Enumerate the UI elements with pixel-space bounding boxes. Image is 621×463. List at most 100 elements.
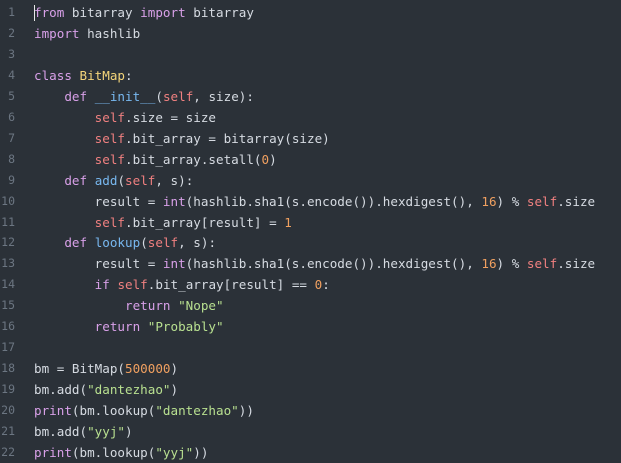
code-token: int xyxy=(162,193,186,209)
code-line[interactable]: 10 result = int(hashlib.sha1(s.encode())… xyxy=(0,191,621,212)
code-token: bm.add( xyxy=(34,424,88,439)
code-token: (hashlib.sha1(s.encode()).hexdigest(), xyxy=(185,193,482,209)
code-token: ) xyxy=(170,361,179,377)
code-token: ( xyxy=(140,235,148,251)
line-number: 21 xyxy=(1,424,15,438)
line-number: 2 xyxy=(8,25,15,40)
code-token: self xyxy=(125,172,156,188)
code-token: self xyxy=(94,130,126,146)
code-line[interactable]: 12 def lookup(self, s): xyxy=(0,232,621,253)
code-token: "dantezhao" xyxy=(87,382,171,398)
code-token: __init__ xyxy=(94,88,156,104)
code-text: import hashlib xyxy=(34,23,140,44)
code-token: import xyxy=(34,25,80,41)
code-line[interactable]: 20 print(bm.lookup("dantezhao")) xyxy=(0,400,621,421)
text-cursor xyxy=(34,5,35,21)
code-line[interactable]: 22 print(bm.lookup("yyj")) xyxy=(0,442,621,463)
code-token: .bit_array[result] == xyxy=(147,277,315,293)
code-token: add xyxy=(94,172,118,188)
code-line[interactable]: 8 self.bit_array.setall(0) xyxy=(0,149,621,170)
code-line[interactable]: 5 def __init__(self, size): xyxy=(0,86,621,107)
code-line[interactable]: 4 class BitMap: xyxy=(0,65,621,86)
code-text: self.bit_array = bitarray(size) xyxy=(34,128,330,149)
code-token: : xyxy=(322,277,330,293)
line-number: 7 xyxy=(8,130,15,145)
code-line[interactable]: 9 def add(self, s): xyxy=(0,170,621,191)
code-token: print xyxy=(34,444,72,460)
code-line[interactable]: 2 import hashlib xyxy=(0,23,621,44)
code-line[interactable]: 11 self.bit_array[result] = 1 xyxy=(0,212,621,233)
code-token: class xyxy=(34,67,72,83)
code-token: result = xyxy=(34,256,163,272)
code-token: ( xyxy=(155,88,163,104)
code-token: def xyxy=(64,172,88,188)
code-token: self xyxy=(147,235,179,251)
code-token: .size xyxy=(557,256,596,272)
code-text: result = int(hashlib.sha1(s.encode()).he… xyxy=(34,191,595,212)
code-token: self xyxy=(117,277,148,293)
line-number: 12 xyxy=(1,235,15,250)
code-text: self.size = size xyxy=(34,107,216,128)
code-line[interactable]: 14 if self.bit_array[result] == 0: xyxy=(0,274,621,295)
code-token: .bit_array[result] = xyxy=(125,214,285,230)
code-token: int xyxy=(162,256,186,272)
code-token: result = xyxy=(34,193,163,209)
code-line[interactable]: 3 xyxy=(0,44,621,65)
code-token: self xyxy=(94,109,126,125)
code-token: def xyxy=(64,235,88,251)
code-text: def __init__(self, size): xyxy=(34,86,254,107)
code-token: (bm.lookup( xyxy=(71,403,156,419)
code-token: (bm.lookup( xyxy=(71,444,156,460)
line-number: 6 xyxy=(8,109,15,124)
line-number: 17 xyxy=(1,340,15,355)
code-token: if xyxy=(94,277,110,293)
code-token: bm.add( xyxy=(34,382,88,398)
code-token: lookup xyxy=(94,235,141,251)
code-line[interactable]: 13 result = int(hashlib.sha1(s.encode())… xyxy=(0,253,621,274)
code-token: bitarray xyxy=(185,5,254,20)
code-token: self xyxy=(94,151,126,167)
code-text: class BitMap: xyxy=(34,65,133,86)
code-line[interactable]: 19 bm.add("dantezhao") xyxy=(0,379,621,400)
code-token: .size = size xyxy=(125,109,217,125)
code-token: self xyxy=(526,193,558,209)
code-token: , s): xyxy=(155,172,194,188)
line-number: 4 xyxy=(8,67,15,82)
code-text: print(bm.lookup("yyj")) xyxy=(34,442,208,463)
code-line[interactable]: 17 xyxy=(0,337,621,358)
code-line[interactable]: 21 bm.add("yyj") xyxy=(0,421,621,442)
code-token: def xyxy=(64,88,88,104)
code-token: return xyxy=(94,319,141,335)
code-token: , s): xyxy=(178,235,217,251)
line-number: 15 xyxy=(1,298,15,313)
code-text: return "Probably" xyxy=(34,316,224,337)
code-token: ) % xyxy=(496,193,527,209)
code-token: bm = BitMap( xyxy=(34,361,125,377)
code-token: 500000 xyxy=(125,361,171,377)
code-line[interactable]: 15 return "Nope" xyxy=(0,295,621,316)
code-token: : xyxy=(125,67,133,83)
code-text: bm = BitMap(500000) xyxy=(34,358,178,379)
code-token: "yyj" xyxy=(155,444,194,460)
code-line[interactable]: 1 from bitarray import bitarray xyxy=(0,2,621,23)
code-line[interactable]: 16 return "Probably" xyxy=(0,316,621,337)
code-editor[interactable]: 1 from bitarray import bitarray 2 import ha… xyxy=(0,0,621,463)
code-token: ( xyxy=(117,172,126,188)
code-token: from xyxy=(34,5,65,20)
code-line[interactable]: 6 self.size = size xyxy=(0,107,621,128)
code-text: self.bit_array.setall(0) xyxy=(34,149,277,170)
line-number: 11 xyxy=(1,214,15,229)
code-line[interactable]: 7 self.bit_array = bitarray(size) xyxy=(0,128,621,149)
code-token: self xyxy=(94,214,126,230)
code-token: "yyj" xyxy=(87,424,125,439)
code-token: hashlib xyxy=(79,25,141,41)
code-token: 16 xyxy=(481,193,497,209)
code-line[interactable]: 18 bm = BitMap(500000) xyxy=(0,358,621,379)
